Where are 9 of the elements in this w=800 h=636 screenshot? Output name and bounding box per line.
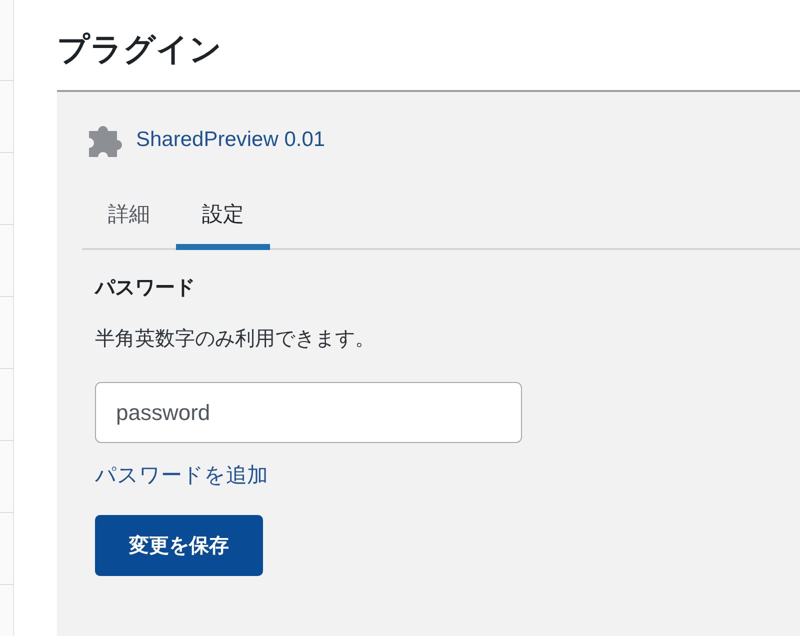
section-heading: パスワード bbox=[95, 274, 195, 301]
password-field[interactable]: password bbox=[95, 382, 522, 443]
save-button[interactable]: 変更を保存 bbox=[95, 515, 263, 576]
section-description: 半角英数字のみ利用できます。 bbox=[95, 325, 375, 352]
plugin-name[interactable]: SharedPreview 0.01 bbox=[136, 128, 326, 152]
add-password-link[interactable]: パスワードを追加 bbox=[95, 461, 268, 489]
tab[interactable]: 設定 bbox=[176, 188, 270, 250]
page-title: プラグイン bbox=[57, 29, 223, 70]
tab[interactable]: 詳細 bbox=[82, 188, 176, 250]
